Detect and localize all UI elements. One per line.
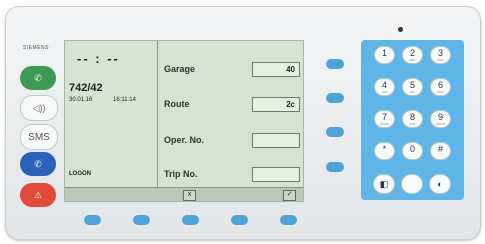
speaker-button[interactable]: ◁)) [20, 95, 58, 121]
status-label: LOGON [69, 171, 91, 177]
confirm-softkey[interactable]: ✓ [283, 190, 296, 201]
brightness-button[interactable]: ◐ [429, 174, 451, 194]
brightness-icon: ◐ [437, 179, 443, 189]
right-softkey-3[interactable] [326, 127, 344, 137]
route-field[interactable]: 2c [252, 97, 300, 112]
garage-label: Garage [164, 64, 196, 74]
date-readout: 30.01.16 [69, 97, 93, 103]
screen-off-icon: ◧ [379, 179, 389, 189]
screen-divider [157, 41, 158, 187]
hang-up-icon: ✆ [34, 158, 42, 169]
right-softkey-4[interactable] [326, 162, 344, 172]
key-3[interactable]: 3 DEF [430, 46, 451, 64]
time-readout: 16:11:14 [113, 97, 136, 103]
key-8[interactable]: 8 TUV [402, 110, 423, 128]
speaker-icon: ◁)) [32, 102, 46, 113]
phone-icon: ✆ [34, 72, 42, 83]
sms-button[interactable]: SMS [20, 124, 58, 150]
clock-placeholder: -- : -- [77, 51, 120, 66]
key-hash[interactable]: # [430, 142, 451, 160]
trip-no-label: Trip No. [164, 169, 198, 179]
brand-logo: SIEMENS [23, 45, 50, 51]
route-label: Route [164, 99, 190, 109]
cancel-softkey[interactable]: x [183, 190, 196, 201]
trip-no-field[interactable] [252, 167, 300, 182]
oper-no-field[interactable] [252, 133, 300, 148]
right-softkey-2[interactable] [326, 93, 344, 103]
sms-label: SMS [28, 131, 50, 143]
bottom-softkey-5[interactable] [280, 215, 297, 225]
hang-up-button[interactable]: ✆ [20, 152, 56, 176]
keypad: 1 2 ABC 3 DEF 4 GHI 5 JKL 6 MNO 7 PQRS 8 TUV 9W… [361, 40, 464, 200]
camera-dot [398, 27, 403, 32]
call-button[interactable]: ✆ [20, 66, 56, 90]
right-softkey-1[interactable] [326, 59, 344, 69]
key-7[interactable]: 7 PQRS [374, 110, 395, 128]
counter-readout: 742/42 [69, 82, 103, 94]
oper-no-label: Oper. No. [164, 135, 205, 145]
warning-icon: ⚠ [33, 189, 43, 200]
bottom-softkey-3[interactable] [182, 215, 199, 225]
key-9[interactable]: 9 WXYZ [430, 110, 451, 128]
garage-field[interactable]: 40 [252, 62, 300, 77]
key-0[interactable]: 0 [402, 142, 423, 160]
lcd-screen: -- : -- 742/42 30.01.16 16:11:14 LOGON G… [64, 40, 304, 202]
key-star[interactable]: * [374, 142, 395, 160]
blank-button[interactable] [401, 174, 423, 194]
bottom-softkey-1[interactable] [84, 215, 101, 225]
key-5[interactable]: 5 JKL [402, 78, 423, 96]
key-6[interactable]: 6 MNO [430, 78, 451, 96]
emergency-button[interactable]: ⚠ [20, 183, 56, 207]
key-2[interactable]: 2 ABC [402, 46, 423, 64]
bottom-softkey-2[interactable] [133, 215, 150, 225]
softkey-bar: x ✓ [65, 188, 303, 201]
key-4[interactable]: 4 GHI [374, 78, 395, 96]
key-1[interactable]: 1 [374, 46, 395, 64]
screen-off-button[interactable]: ◧ [373, 174, 395, 194]
bottom-softkey-4[interactable] [231, 215, 248, 225]
